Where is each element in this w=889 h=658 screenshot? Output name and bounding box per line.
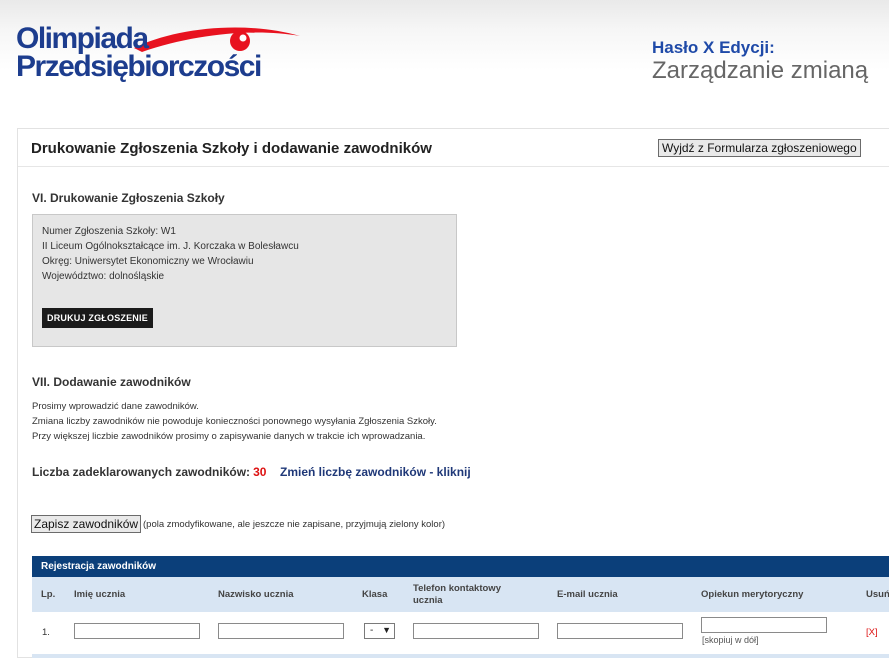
logo-line-2: Przedsiębiorczości — [16, 50, 262, 83]
section-7-heading: VII. Dodawanie zawodników — [32, 375, 191, 389]
olimpiada-logo[interactable]: Olimpiada Przedsiębiorczości — [14, 22, 300, 84]
change-count-link[interactable]: Zmień liczbę zawodników - kliknij — [280, 465, 471, 479]
copy-down-hint[interactable]: [skopiuj w dół] — [702, 635, 759, 645]
table-row: 1. - ▼ [skopiuj w dół] [X] — [32, 612, 889, 654]
section-6-heading: VI. Drukowanie Zgłoszenia Szkoły — [32, 191, 225, 205]
column-tutor: Opiekun merytoryczny — [701, 589, 804, 600]
declared-count-value: 30 — [253, 465, 267, 479]
phone-input[interactable] — [413, 623, 539, 639]
remove-row-button[interactable]: [X] — [866, 627, 878, 638]
edition-motto: Zarządzanie zmianą — [652, 57, 869, 84]
declared-count: Liczba zadeklarowanych zawodników: 30 — [32, 465, 266, 479]
column-class: Klasa — [362, 589, 388, 600]
column-phone: Telefon kontaktowy ucznia — [413, 583, 501, 606]
voivodeship: Województwo: dolnośląskie — [42, 271, 165, 282]
page-title: Drukowanie Zgłoszenia Szkoły i dodawanie… — [31, 140, 432, 157]
school-info-box: Numer Zgłoszenia Szkoły: W1 II Liceum Og… — [32, 214, 457, 347]
class-select-value: - — [370, 625, 374, 636]
table-header-row: Lp. Imię ucznia Nazwisko ucznia Klasa Te… — [32, 577, 889, 612]
edition-label: Hasło X Edycji: — [652, 38, 775, 57]
print-application-button[interactable]: DRUKUJ ZGŁOSZENIE — [42, 308, 153, 328]
row-number: 1. — [42, 627, 50, 638]
column-last-name: Nazwisko ucznia — [218, 589, 294, 600]
first-name-input[interactable] — [74, 623, 200, 639]
instruction-text: Przy większej liczbie zawodników prosimy… — [32, 431, 426, 442]
application-number: Numer Zgłoszenia Szkoły: W1 — [42, 226, 176, 237]
instruction-text: Zmiana liczby zawodników nie powoduje ko… — [32, 416, 437, 427]
instruction-text: Prosimy wprowadzić dane zawodników. — [32, 401, 199, 412]
form-panel: Drukowanie Zgłoszenia Szkoły i dodawanie… — [17, 128, 889, 658]
save-note: (pola zmodyfikowane, ale jeszcze nie zap… — [143, 519, 446, 530]
save-competitors-button[interactable]: Zapisz zawodników — [31, 515, 142, 533]
school-name: II Liceum Ogólnokształcące im. J. Korcza… — [42, 241, 299, 252]
column-lp: Lp. — [41, 589, 56, 600]
class-select[interactable]: - ▼ — [364, 623, 395, 639]
last-name-input[interactable] — [218, 623, 344, 639]
panel-header: Drukowanie Zgłoszenia Szkoły i dodawanie… — [18, 129, 889, 167]
table-row — [32, 654, 889, 658]
tutor-input[interactable] — [701, 617, 827, 633]
column-remove: Usuń — [866, 589, 889, 600]
column-email: E-mail ucznia — [557, 589, 618, 600]
column-first-name: Imię ucznia — [74, 589, 126, 600]
email-input[interactable] — [557, 623, 683, 639]
declared-count-label: Liczba zadeklarowanych zawodników: — [32, 465, 251, 479]
dropdown-arrow-icon: ▼ — [382, 625, 391, 635]
district: Okręg: Uniwersytet Ekonomiczny we Wrocła… — [42, 256, 254, 267]
exit-form-button[interactable]: Wyjdź z Formularza zgłoszeniowego — [658, 139, 861, 157]
registration-table-title: Rejestracja zawodników — [32, 556, 889, 577]
